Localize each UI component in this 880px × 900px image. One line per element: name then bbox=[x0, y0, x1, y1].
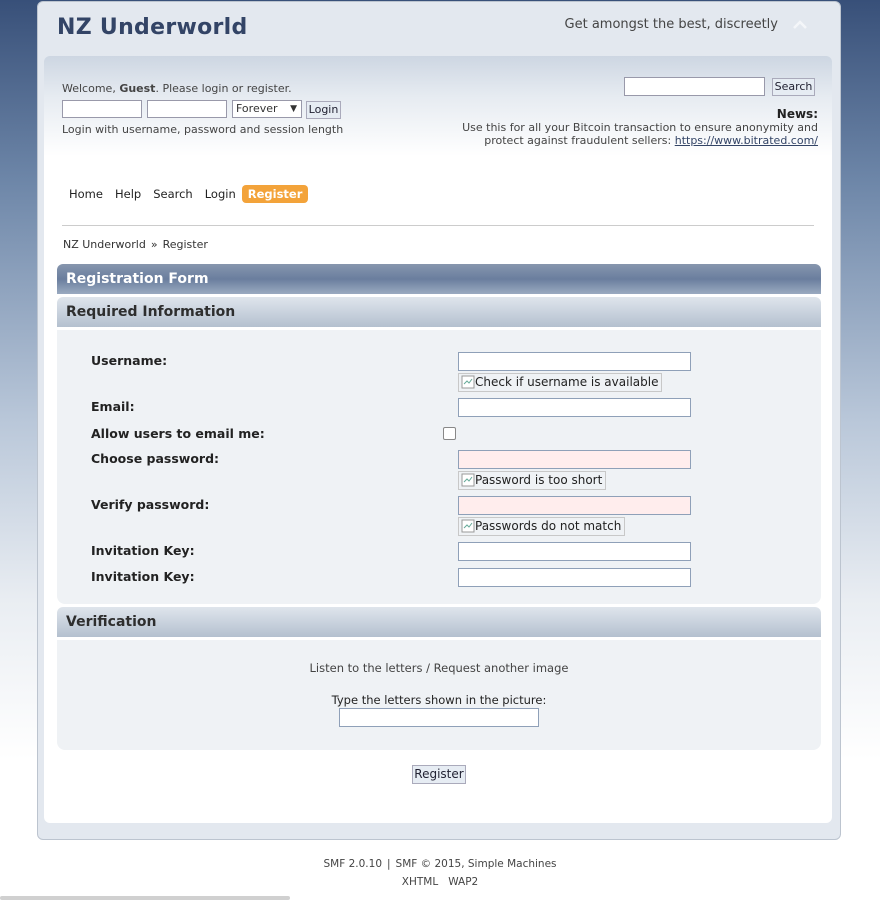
verification-title: Verification bbox=[57, 607, 821, 637]
verification-code-input[interactable] bbox=[339, 708, 539, 727]
login-hint: Login with username, password and sessio… bbox=[62, 123, 344, 136]
smf-version-link[interactable]: SMF 2.0.10 bbox=[324, 858, 383, 870]
username-label: Username: bbox=[91, 353, 168, 368]
news-text: Use this for all your Bitcoin transactio… bbox=[438, 121, 818, 147]
search-input[interactable] bbox=[624, 77, 765, 96]
broken-image-icon bbox=[461, 519, 475, 533]
password-short-indicator: Password is too short bbox=[458, 471, 607, 490]
welcome-period: . bbox=[288, 82, 292, 95]
menu-item-login[interactable]: Login bbox=[199, 185, 242, 203]
choose-password-input[interactable] bbox=[458, 450, 691, 469]
check-username-button[interactable]: Check if username is available bbox=[458, 373, 663, 392]
request-image-link[interactable]: Request another image bbox=[434, 661, 569, 675]
broken-image-icon bbox=[461, 473, 475, 487]
invitation-key-input-2[interactable] bbox=[458, 568, 691, 587]
welcome-text: Welcome, Guest. Please login or register… bbox=[62, 82, 292, 95]
welcome-guest: Guest bbox=[119, 82, 156, 95]
xhtml-link[interactable]: XHTML bbox=[402, 876, 438, 888]
verify-password-input[interactable] bbox=[458, 496, 691, 515]
breadcrumb-home[interactable]: NZ Underworld bbox=[63, 238, 146, 251]
register-link[interactable]: register bbox=[247, 82, 288, 95]
news-label: News: bbox=[776, 107, 818, 121]
registration-form-title: Registration Form bbox=[57, 264, 821, 294]
footer-copyright: SMF 2.0.10 | SMF © 2015, Simple Machines bbox=[0, 858, 880, 870]
required-information-panel: Username: Check if username is available… bbox=[57, 330, 821, 604]
login-username-input[interactable] bbox=[62, 100, 142, 118]
chevron-up-icon-svg bbox=[793, 20, 807, 29]
footer-separator: | bbox=[387, 858, 391, 870]
listen-letters-link[interactable]: Listen to the letters bbox=[310, 661, 423, 675]
session-length-select[interactable]: Forever ▼ bbox=[232, 100, 302, 118]
username-input[interactable] bbox=[458, 352, 691, 371]
password-mismatch-indicator: Passwords do not match bbox=[458, 517, 626, 536]
wap2-link[interactable]: WAP2 bbox=[448, 876, 478, 888]
footer-links: XHTML WAP2 bbox=[0, 876, 880, 888]
news-link[interactable]: https://www.bitrated.com/ bbox=[675, 134, 818, 147]
smf-copyright-link[interactable]: SMF © 2015, Simple Machines bbox=[396, 858, 557, 870]
email-input[interactable] bbox=[458, 398, 691, 417]
or-text: or bbox=[228, 82, 247, 95]
menu-divider bbox=[62, 225, 814, 226]
email-label: Email: bbox=[91, 399, 135, 414]
welcome-prefix: Welcome, bbox=[62, 82, 120, 95]
verification-prompt: Type the letters shown in the picture: bbox=[331, 693, 547, 707]
verify-error-text: Passwords do not match bbox=[475, 519, 622, 533]
menu-item-home[interactable]: Home bbox=[63, 185, 109, 203]
password-error-text: Password is too short bbox=[475, 473, 603, 487]
register-button[interactable]: Register bbox=[412, 765, 466, 784]
verify-password-label: Verify password: bbox=[91, 497, 210, 512]
dropdown-arrow-icon: ▼ bbox=[290, 104, 297, 114]
allow-email-label: Allow users to email me: bbox=[91, 426, 265, 441]
welcome-suffix: . Please bbox=[155, 82, 202, 95]
breadcrumb-separator: » bbox=[150, 238, 158, 251]
chevron-up-icon[interactable] bbox=[790, 16, 810, 36]
verification-links: Listen to the letters / Request another … bbox=[57, 661, 821, 675]
check-username-text: Check if username is available bbox=[475, 375, 659, 389]
header: NZ Underworld Get amongst the best, disc… bbox=[38, 2, 840, 60]
broken-image-icon bbox=[461, 375, 475, 389]
login-button[interactable]: Login bbox=[306, 101, 341, 119]
search-button[interactable]: Search bbox=[772, 78, 815, 96]
invitation-key-label-2: Invitation Key: bbox=[91, 569, 195, 584]
session-length-value: Forever bbox=[236, 102, 278, 115]
link-separator: / bbox=[422, 661, 434, 675]
menu-item-search[interactable]: Search bbox=[147, 185, 199, 203]
horizontal-scrollbar[interactable] bbox=[0, 896, 290, 900]
login-link[interactable]: login bbox=[202, 82, 229, 95]
menu-item-help[interactable]: Help bbox=[109, 185, 147, 203]
main-menu: Home Help Search Login Register bbox=[63, 185, 309, 203]
invitation-key-input-1[interactable] bbox=[458, 542, 691, 561]
login-password-input[interactable] bbox=[147, 100, 227, 118]
allow-email-checkbox[interactable] bbox=[443, 427, 456, 440]
breadcrumb-current[interactable]: Register bbox=[163, 238, 208, 251]
invitation-key-label-1: Invitation Key: bbox=[91, 543, 195, 558]
required-information-title: Required Information bbox=[57, 297, 821, 327]
verification-panel: Listen to the letters / Request another … bbox=[57, 640, 821, 750]
breadcrumb: NZ Underworld » Register bbox=[63, 238, 208, 251]
choose-password-label: Choose password: bbox=[91, 451, 220, 466]
forum-slogan: Get amongst the best, discreetly bbox=[564, 17, 778, 32]
menu-item-register[interactable]: Register bbox=[241, 185, 309, 203]
forum-title[interactable]: NZ Underworld bbox=[57, 15, 248, 40]
